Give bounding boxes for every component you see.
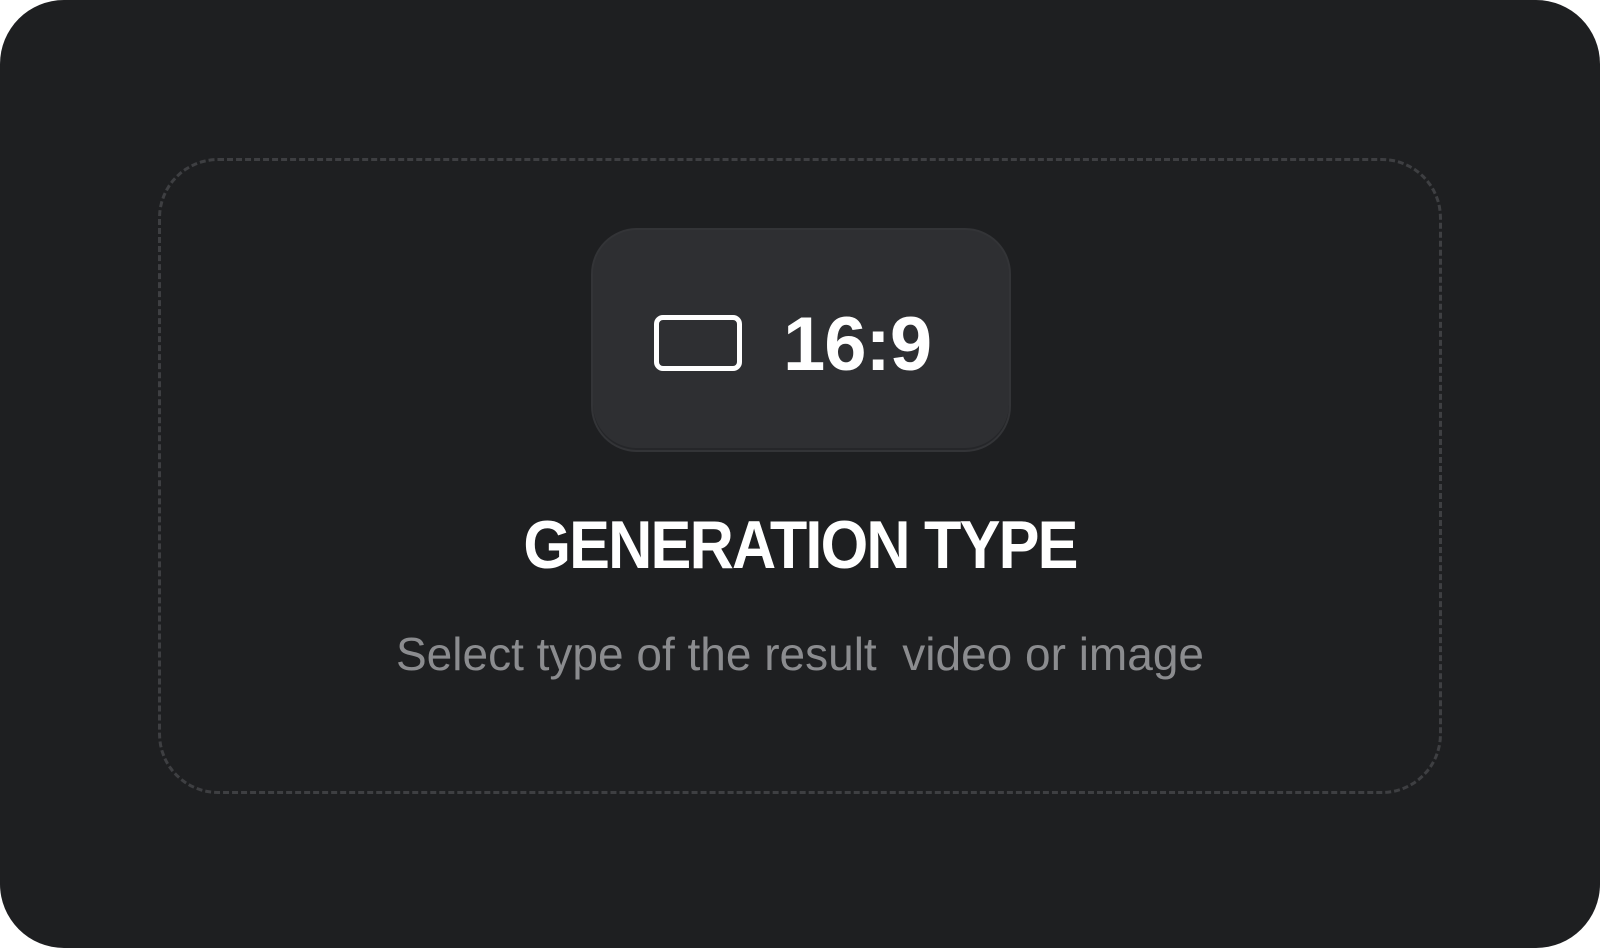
- section-description: Select type of the result video or image: [396, 628, 1204, 680]
- aspect-ratio-button[interactable]: 16:9: [591, 228, 1011, 452]
- generation-type-card: 16:9 GENERATION TYPE Select type of the …: [0, 0, 1600, 948]
- section-title: GENERATION TYPE: [523, 507, 1078, 583]
- aspect-ratio-rectangle-icon: [654, 315, 742, 371]
- aspect-ratio-label: 16:9: [783, 302, 932, 387]
